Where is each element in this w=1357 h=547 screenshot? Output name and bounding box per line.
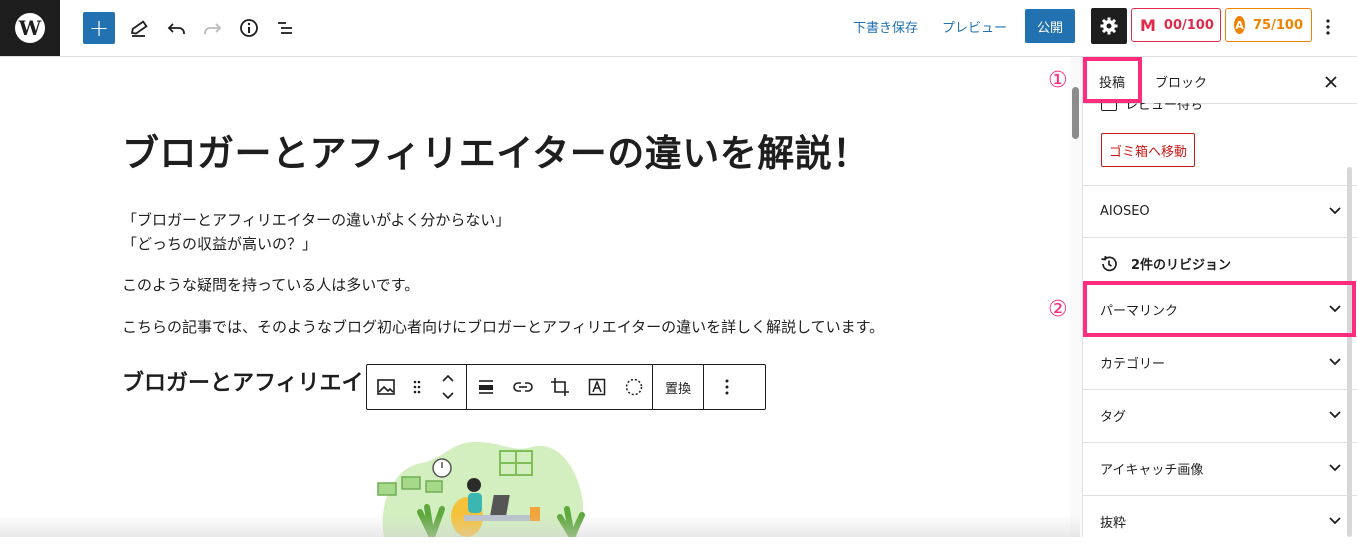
panel-label: AIOSEO <box>1100 204 1150 219</box>
block-toolbar: 置換 <box>366 364 766 410</box>
pending-review-checkbox[interactable] <box>1101 103 1117 111</box>
panel-excerpt[interactable]: 抜粋 <box>1083 495 1357 547</box>
chevron-down-icon <box>1329 207 1341 215</box>
wordpress-icon: W <box>15 13 45 43</box>
image-icon <box>376 379 395 395</box>
aioseo-m-icon: M <box>1140 15 1156 35</box>
tab-block[interactable]: ブロック <box>1155 72 1207 91</box>
panel-label: 抜粋 <box>1100 516 1127 531</box>
sidebar-scrollbar[interactable] <box>1347 167 1352 537</box>
seo-score-value: 00/100 <box>1163 17 1214 33</box>
chevron-down-icon <box>1329 464 1341 472</box>
replace-button[interactable]: 置換 <box>653 365 703 409</box>
align-button[interactable] <box>467 365 504 409</box>
info-icon <box>240 19 258 37</box>
undo-button[interactable] <box>159 10 195 46</box>
wordpress-logo-button[interactable]: W <box>0 0 60 56</box>
drag-handle-icon <box>413 380 421 394</box>
annotation-highlight-permalink <box>1083 281 1356 337</box>
post-title[interactable]: ブロガーとアフィリエイターの違いを解説！ <box>122 123 870 177</box>
block-type-button[interactable] <box>367 365 404 409</box>
drag-button[interactable] <box>404 365 430 409</box>
heading-block[interactable]: ブロガーとアフィリエイ <box>122 365 364 397</box>
move-to-trash-button[interactable]: ゴミ箱へ移動 <box>1101 133 1196 167</box>
undo-icon <box>167 23 185 34</box>
bottom-shadow <box>0 515 1080 537</box>
editor-header: W + 下書き保存 プレビュー 公開 M 00/100 A 75/100 <box>0 0 1357 57</box>
block-toolbar-group <box>367 365 467 409</box>
quote-line-1: 「ブロガーとアフィリエイターの違いがよく分からない」 <box>122 211 511 229</box>
aioseo-score-button[interactable]: A 75/100 <box>1225 8 1312 42</box>
panel-tags[interactable]: タグ <box>1083 389 1357 441</box>
pending-review-label: レビュー待ち <box>1125 103 1204 113</box>
quote-line-2: 「どっちの収益が高いの？」 <box>122 235 318 253</box>
details-button[interactable] <box>231 10 267 46</box>
annotation-marker-1: ① <box>1048 68 1068 93</box>
panel-label: アイキャッチ画像 <box>1100 463 1204 478</box>
panel-categories[interactable]: カテゴリー <box>1083 336 1357 388</box>
list-view-button[interactable] <box>267 10 303 46</box>
pending-review-row: レビュー待ち <box>1101 103 1321 115</box>
tools-button[interactable] <box>121 10 157 46</box>
duotone-icon <box>625 378 642 396</box>
block-toolbar-group <box>467 365 653 409</box>
settings-button[interactable] <box>1091 8 1127 44</box>
redo-icon <box>204 23 222 34</box>
chevron-down-icon <box>1329 517 1341 525</box>
more-vertical-icon <box>1326 19 1330 35</box>
block-options-button[interactable] <box>704 365 750 409</box>
panel-aioseo[interactable]: AIOSEO <box>1083 185 1357 237</box>
paragraph-block[interactable]: こちらの記事では、そのようなブログ初心者向けにブロガーとアフィリエイターの違いを… <box>122 315 884 339</box>
link-icon <box>512 382 533 392</box>
seo-score-button[interactable]: M 00/100 <box>1131 8 1221 42</box>
editor-scrollbar[interactable] <box>1070 57 1082 537</box>
options-button[interactable] <box>1318 15 1338 39</box>
list-view-icon <box>278 22 292 34</box>
close-icon <box>1325 76 1337 88</box>
link-button[interactable] <box>504 365 541 409</box>
text-overlay-button[interactable] <box>578 365 615 409</box>
move-button[interactable] <box>430 365 466 409</box>
text-overlay-icon <box>588 378 605 396</box>
crop-icon <box>550 378 569 396</box>
add-block-button[interactable]: + <box>83 12 115 44</box>
duotone-button[interactable] <box>615 365 652 409</box>
aioseo-gear-icon: A <box>1234 16 1246 34</box>
history-icon <box>1101 255 1117 272</box>
editor-scroll-thumb[interactable] <box>1072 87 1079 139</box>
paragraph-block[interactable]: 「ブロガーとアフィリエイターの違いがよく分からない」 「どっちの収益が高いの？」 <box>122 208 510 256</box>
chevron-down-icon <box>1329 411 1341 419</box>
panel-featured-image[interactable]: アイキャッチ画像 <box>1083 442 1357 494</box>
annotation-highlight-post-tab <box>1083 57 1142 103</box>
pencil-icon <box>131 20 148 37</box>
redo-button[interactable] <box>194 10 230 46</box>
crop-button[interactable] <box>541 365 578 409</box>
gear-icon <box>1100 17 1118 35</box>
aioseo-score-value: 75/100 <box>1253 17 1303 33</box>
annotation-marker-2: ② <box>1048 297 1068 322</box>
block-toolbar-group <box>704 365 750 409</box>
panel-label: カテゴリー <box>1100 357 1166 372</box>
paragraph-block[interactable]: このような疑問を持っている人は多いです。 <box>122 273 419 297</box>
more-vertical-icon <box>725 379 729 395</box>
save-draft-button[interactable]: 下書き保存 <box>853 17 918 36</box>
panel-label: 2件のリビジョン <box>1131 258 1232 273</box>
publish-button[interactable]: 公開 <box>1025 9 1075 43</box>
chevron-down-icon <box>1329 358 1341 366</box>
panel-label: タグ <box>1100 410 1127 425</box>
preview-button[interactable]: プレビュー <box>942 17 1007 36</box>
align-icon <box>478 380 493 394</box>
block-toolbar-group: 置換 <box>653 365 705 409</box>
close-sidebar-button[interactable] <box>1325 69 1337 93</box>
move-up-down-icon <box>442 374 454 400</box>
